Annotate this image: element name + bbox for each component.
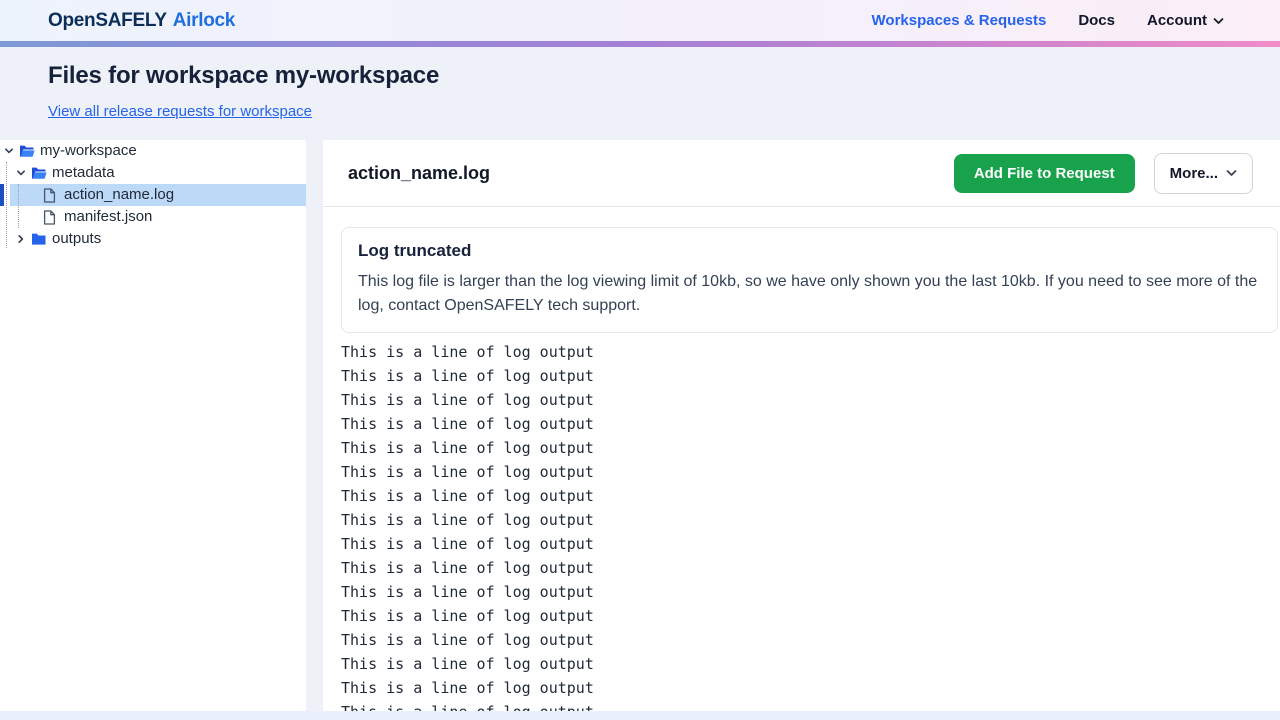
- notice-body: This log file is larger than the log vie…: [358, 270, 1261, 318]
- app-root: OpenSAFELY Airlock Workspaces & Requests…: [0, 0, 1280, 720]
- log-truncated-card: Log truncated This log file is larger th…: [341, 227, 1278, 333]
- nav-link-account[interactable]: Account: [1147, 12, 1224, 29]
- folder-closed-icon: [31, 232, 47, 246]
- file-icon: [43, 188, 59, 203]
- panel-header: action_name.log Add File to Request More…: [323, 140, 1280, 207]
- chevron-down-icon: [16, 168, 31, 178]
- top-navbar: OpenSAFELY Airlock Workspaces & Requests…: [0, 0, 1280, 41]
- nav-link-workspaces-and-requests[interactable]: Workspaces & Requests: [872, 12, 1047, 29]
- notice-heading: Log truncated: [358, 241, 1261, 261]
- file-tree-sidebar: my-workspace metadata action_name.log ma…: [0, 140, 306, 711]
- brand-secondary-text: Airlock: [173, 10, 235, 32]
- log-output: This is a line of log output This is a l…: [341, 340, 1278, 711]
- file-title: action_name.log: [348, 163, 490, 184]
- folder-open-icon: [31, 166, 47, 180]
- add-file-to-request-button[interactable]: Add File to Request: [954, 154, 1135, 193]
- folder-open-icon: [19, 144, 35, 158]
- footer-strip: [0, 711, 1280, 720]
- brand-logo[interactable]: OpenSAFELY Airlock: [48, 10, 235, 32]
- nav-link-docs[interactable]: Docs: [1078, 12, 1115, 29]
- panel-actions: Add File to Request More...: [954, 153, 1253, 194]
- file-icon: [43, 210, 59, 225]
- more-button-label: More...: [1170, 165, 1218, 182]
- chevron-down-icon: [4, 146, 19, 156]
- view-release-requests-link[interactable]: View all release requests for workspace: [48, 103, 312, 120]
- brand-primary-text: OpenSAFELY: [48, 10, 167, 32]
- file-tree: my-workspace metadata action_name.log ma…: [0, 140, 306, 250]
- workspace-layout: my-workspace metadata action_name.log ma…: [0, 140, 1280, 711]
- chevron-down-icon: [1213, 17, 1224, 25]
- file-detail-panel: action_name.log Add File to Request More…: [323, 140, 1280, 711]
- tree-item-my-workspace[interactable]: my-workspace: [0, 140, 306, 162]
- chevron-right-icon: [16, 234, 31, 244]
- nav-link-account-label: Account: [1147, 12, 1207, 29]
- tree-item-metadata[interactable]: metadata: [0, 162, 306, 184]
- panel-body: Log truncated This log file is larger th…: [323, 207, 1280, 711]
- page-title: Files for workspace my-workspace: [48, 62, 1232, 90]
- nav-links: Workspaces & Requests Docs Account: [872, 12, 1224, 29]
- page-header: Files for workspace my-workspace View al…: [0, 47, 1280, 140]
- tree-item-outputs[interactable]: outputs: [0, 228, 306, 250]
- tree-item-action-name-log[interactable]: action_name.log: [0, 184, 306, 206]
- chevron-down-icon: [1226, 169, 1237, 177]
- more-button[interactable]: More...: [1154, 153, 1253, 194]
- tree-item-manifest-json[interactable]: manifest.json: [0, 206, 306, 228]
